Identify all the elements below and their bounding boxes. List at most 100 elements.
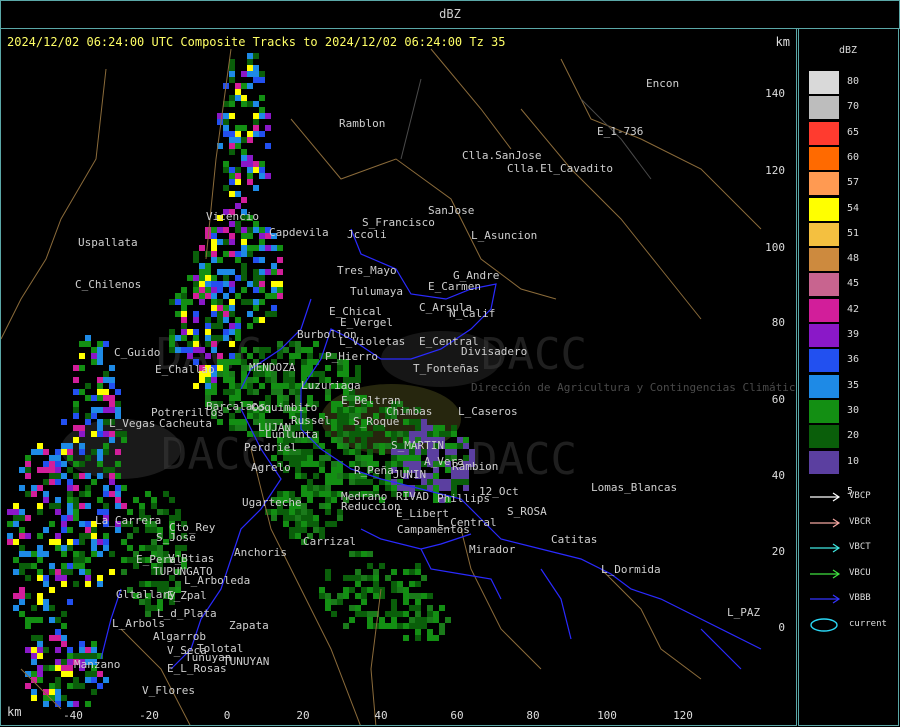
city-label: Phillips xyxy=(437,492,490,505)
radar-echo-pixel xyxy=(415,593,421,599)
radar-echo-pixel xyxy=(397,623,403,629)
radar-echo-pixel xyxy=(403,623,409,629)
radar-map[interactable]: DACC DACCDACC DACCDirección de Agricultura… xyxy=(1,29,797,726)
radar-echo-pixel xyxy=(73,473,79,479)
radar-echo-pixel xyxy=(97,395,103,401)
radar-echo-pixel xyxy=(97,461,103,467)
radar-echo-pixel xyxy=(79,647,85,653)
radar-echo-pixel xyxy=(7,509,13,515)
radar-echo-pixel xyxy=(61,695,67,701)
radar-echo-pixel xyxy=(331,419,337,425)
radar-echo-pixel xyxy=(253,185,259,191)
radar-echo-pixel xyxy=(289,377,295,383)
city-label: V_Btias xyxy=(168,552,214,565)
legend-color-row: 80 xyxy=(809,71,893,94)
radar-echo-pixel xyxy=(73,683,79,689)
city-label: Capdevila xyxy=(269,226,329,239)
radar-echo-pixel xyxy=(319,503,325,509)
radar-echo-pixel xyxy=(385,623,391,629)
radar-echo-pixel xyxy=(31,653,37,659)
radar-echo-pixel xyxy=(391,617,397,623)
radar-echo-pixel xyxy=(109,431,115,437)
radar-echo-pixel xyxy=(235,131,241,137)
radar-echo-pixel xyxy=(343,575,349,581)
y-tick-label: 20 xyxy=(772,545,785,558)
radar-echo-pixel xyxy=(43,599,49,605)
track-legend-row: VBCU xyxy=(809,566,899,582)
radar-echo-pixel xyxy=(145,605,151,611)
radar-echo-pixel xyxy=(403,461,409,467)
radar-echo-pixel xyxy=(181,335,187,341)
radar-echo-pixel xyxy=(229,71,235,77)
radar-echo-pixel xyxy=(415,419,421,425)
radar-echo-pixel xyxy=(439,479,445,485)
radar-echo-pixel xyxy=(55,677,61,683)
radar-echo-pixel xyxy=(343,413,349,419)
radar-echo-pixel xyxy=(211,389,217,395)
radar-echo-pixel xyxy=(367,479,373,485)
radar-echo-pixel xyxy=(283,521,289,527)
radar-echo-pixel xyxy=(211,245,217,251)
radar-echo-pixel xyxy=(97,383,103,389)
radar-echo-pixel xyxy=(409,581,415,587)
radar-echo-pixel xyxy=(283,509,289,515)
radar-echo-pixel xyxy=(433,425,439,431)
radar-echo-pixel xyxy=(85,533,91,539)
radar-echo-pixel xyxy=(79,443,85,449)
radar-echo-pixel xyxy=(337,437,343,443)
city-label: L_Central xyxy=(437,516,497,529)
radar-echo-pixel xyxy=(211,341,217,347)
radar-echo-pixel xyxy=(247,179,253,185)
radar-echo-pixel xyxy=(115,461,121,467)
radar-echo-pixel xyxy=(259,173,265,179)
radar-echo-pixel xyxy=(253,71,259,77)
legend-level-label: 20 xyxy=(847,430,860,442)
legend-swatch xyxy=(809,121,839,145)
radar-echo-pixel xyxy=(415,623,421,629)
radar-echo-pixel xyxy=(67,467,73,473)
radar-echo-pixel xyxy=(361,407,367,413)
radar-map-panel[interactable]: DACC DACC DACC DACC Dirección de Agricultura… xyxy=(0,28,797,726)
radar-echo-pixel xyxy=(241,239,247,245)
radar-echo-pixel xyxy=(61,521,67,527)
radar-echo-pixel xyxy=(421,425,427,431)
radar-echo-pixel xyxy=(217,119,223,125)
radar-echo-pixel xyxy=(391,599,397,605)
radar-echo-pixel xyxy=(115,431,121,437)
radar-echo-pixel xyxy=(31,485,37,491)
radar-echo-pixel xyxy=(211,383,217,389)
radar-echo-pixel xyxy=(43,497,49,503)
radar-echo-pixel xyxy=(163,491,169,497)
radar-echo-pixel xyxy=(349,587,355,593)
radar-echo-pixel xyxy=(91,347,97,353)
radar-echo-pixel xyxy=(259,383,265,389)
radar-echo-pixel xyxy=(31,563,37,569)
radar-echo-pixel xyxy=(301,509,307,515)
radar-echo-pixel xyxy=(241,275,247,281)
radar-echo-pixel xyxy=(25,593,31,599)
radar-echo-pixel xyxy=(457,479,463,485)
radar-echo-pixel xyxy=(217,299,223,305)
radar-echo-pixel xyxy=(25,623,31,629)
legend-level-label: 35 xyxy=(847,379,860,391)
radar-echo-pixel xyxy=(223,365,229,371)
radar-echo-pixel xyxy=(115,449,121,455)
city-label: S_Roque xyxy=(353,415,399,428)
radar-echo-pixel xyxy=(49,605,55,611)
radar-echo-pixel xyxy=(49,587,55,593)
radar-echo-pixel xyxy=(79,563,85,569)
radar-echo-pixel xyxy=(7,521,13,527)
legend-color-row: 20 xyxy=(809,425,893,449)
radar-echo-pixel xyxy=(433,617,439,623)
radar-echo-pixel xyxy=(325,365,331,371)
radar-echo-pixel xyxy=(115,401,121,407)
radar-echo-pixel xyxy=(181,293,187,299)
radar-echo-pixel xyxy=(319,587,325,593)
radar-echo-pixel xyxy=(355,371,361,377)
radar-echo-pixel xyxy=(355,431,361,437)
radar-echo-pixel xyxy=(49,539,55,545)
x-tick-label: 60 xyxy=(450,709,463,722)
radar-echo-pixel xyxy=(229,77,235,83)
radar-echo-pixel xyxy=(181,305,187,311)
radar-echo-pixel xyxy=(403,419,409,425)
